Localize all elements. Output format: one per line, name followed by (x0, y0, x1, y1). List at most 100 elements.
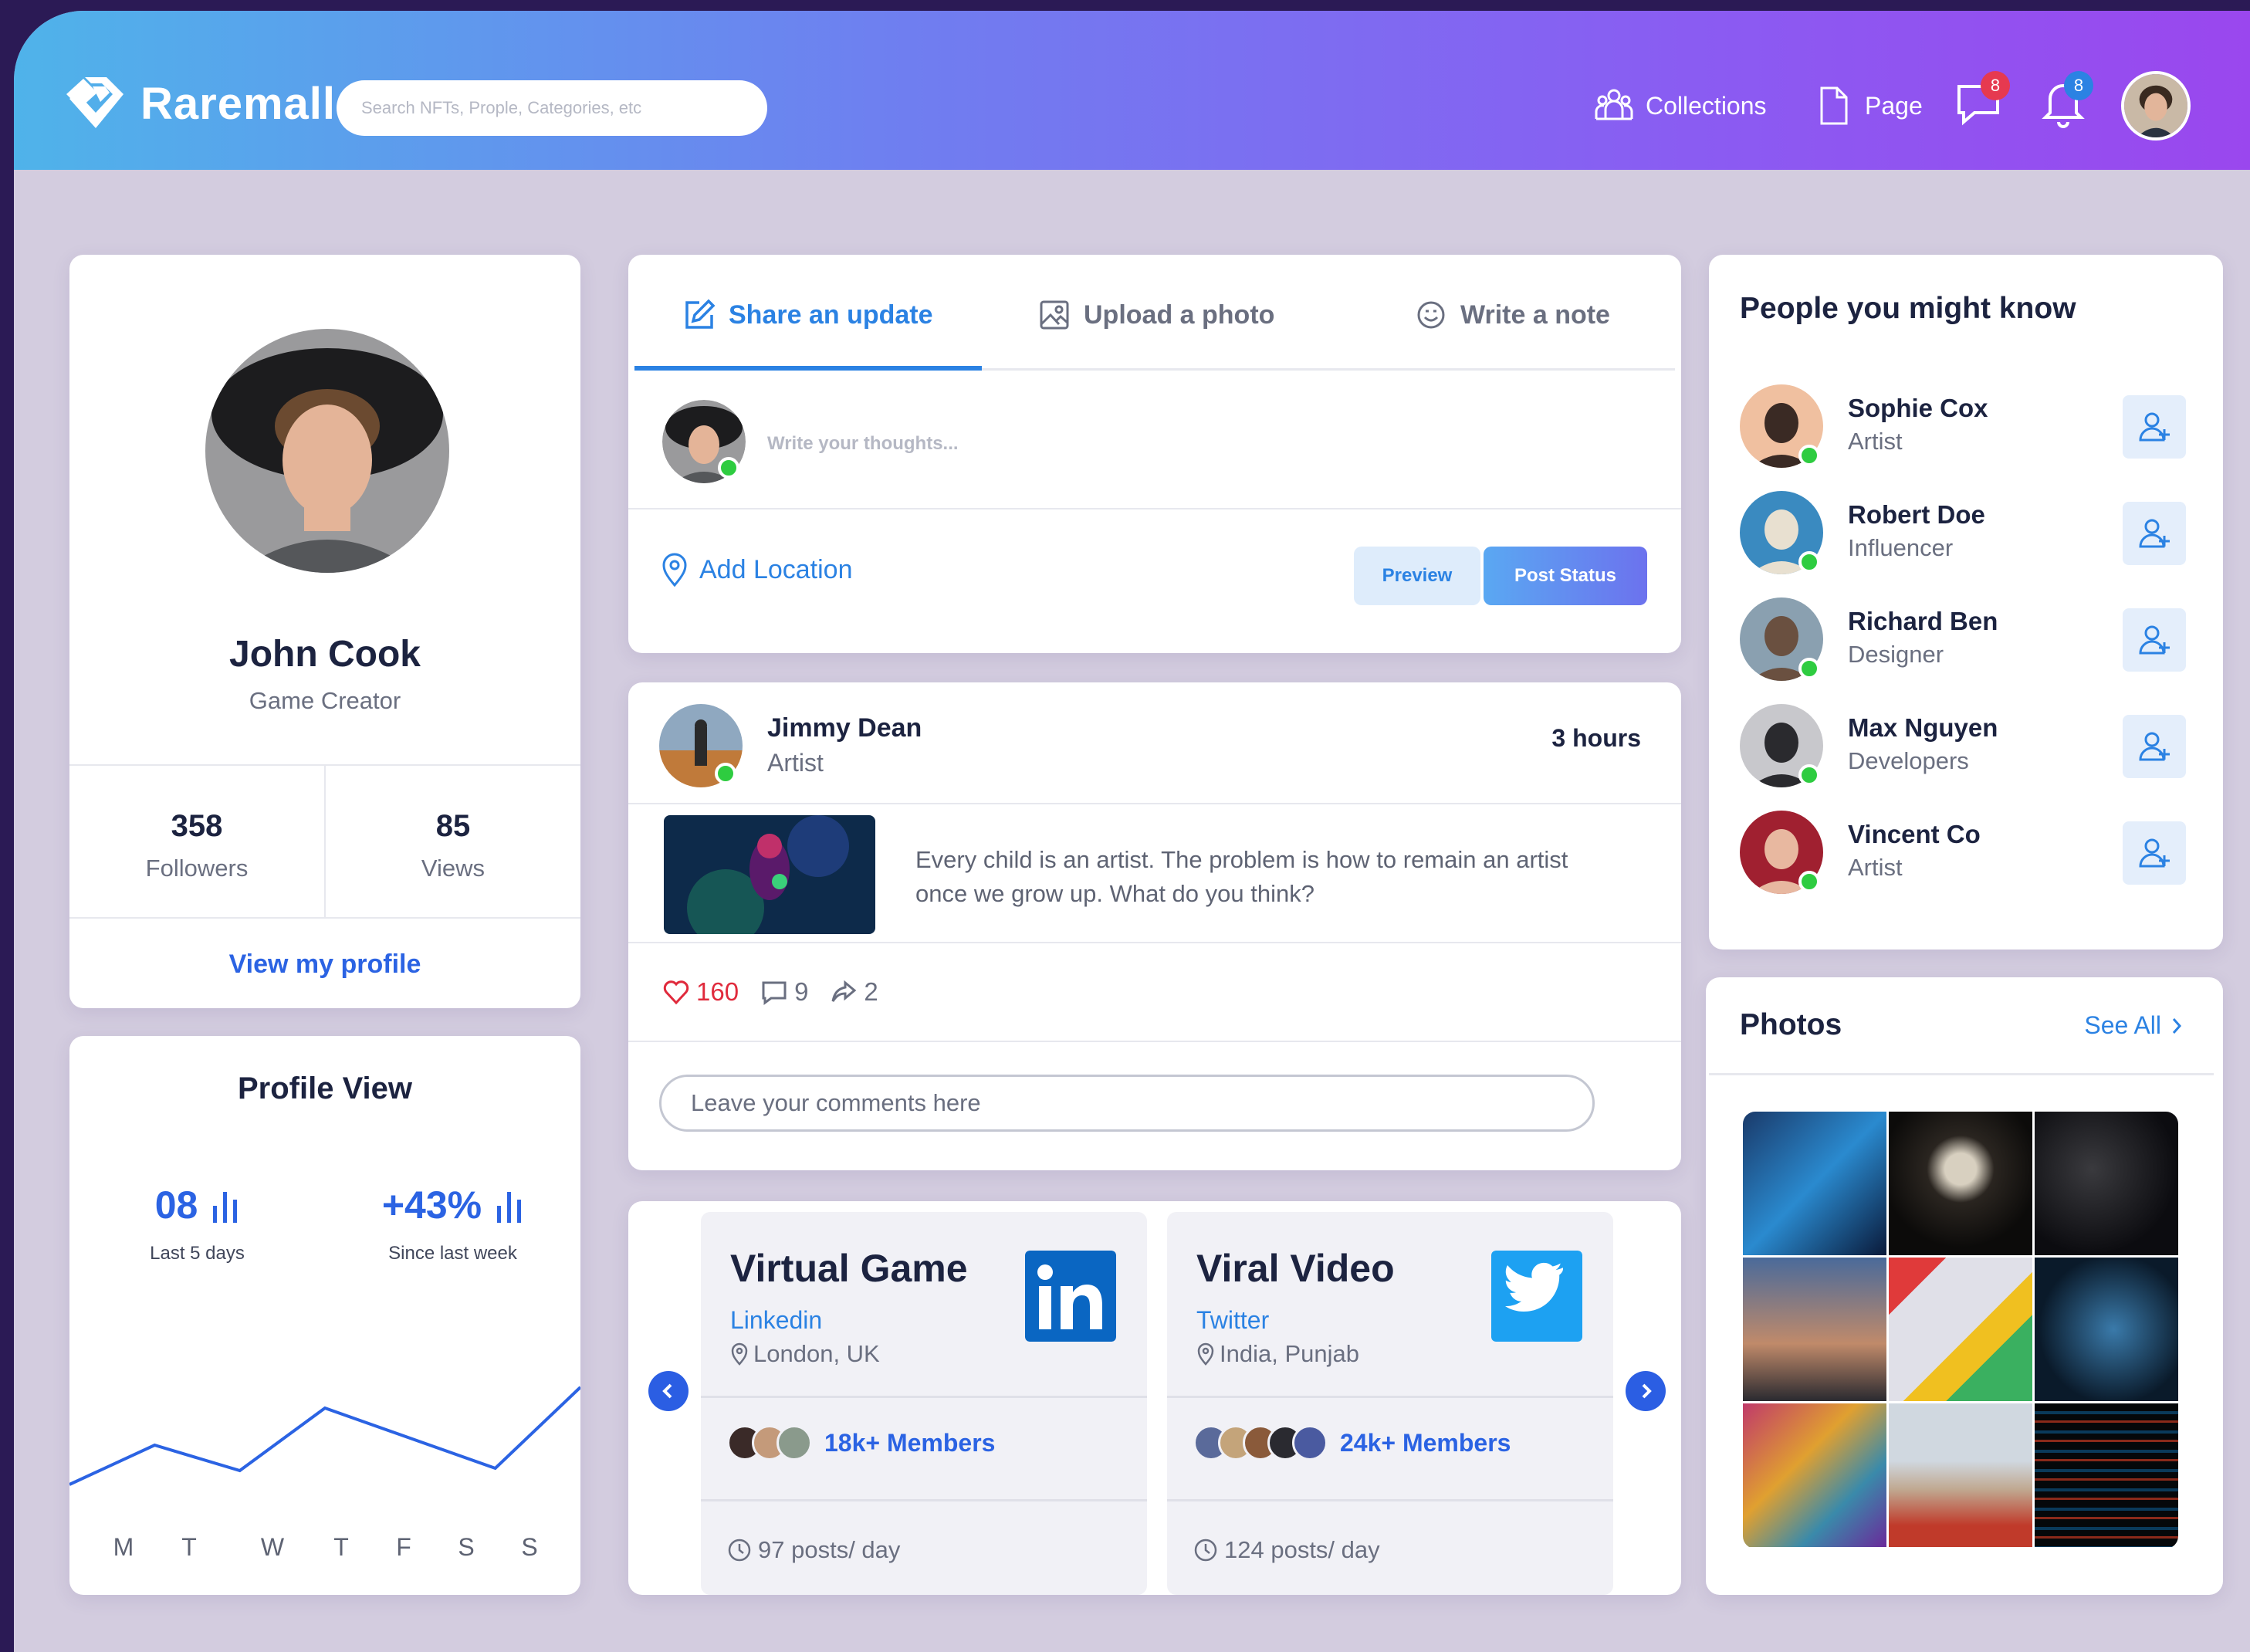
group-network[interactable]: Linkedin (730, 1306, 822, 1335)
person-suggestion: Richard Ben Designer (1740, 597, 2195, 684)
comment-button[interactable]: 9 (760, 977, 808, 1007)
bar-chart-icon (213, 1192, 238, 1223)
post-timestamp: 3 hours (1551, 724, 1641, 752)
person-role: Artist (1848, 854, 1903, 881)
post-image[interactable] (664, 815, 875, 934)
app-window: Raremall Collections Page 8 (14, 11, 2250, 1652)
group-location: India, Punjab (1196, 1340, 1359, 1368)
group-card[interactable]: Virtual Game Linkedin London, UK 18k+ Me… (701, 1212, 1147, 1595)
chart-x-tick-label: T (181, 1533, 197, 1561)
carousel-prev-button[interactable] (648, 1371, 689, 1411)
tab-label: Write a note (1460, 300, 1610, 330)
photo-thumbnail[interactable] (1889, 1403, 2032, 1547)
metric-last-5-days: 08 Last 5 days (69, 1183, 325, 1264)
tab-write-note[interactable]: Write a note (1414, 298, 1610, 332)
photo-thumbnail[interactable] (1889, 1258, 2032, 1401)
logo[interactable]: Raremall (62, 74, 336, 133)
group-members: 24k+ Members (1193, 1425, 1511, 1461)
post-text: Every child is an artist. The problem is… (915, 846, 1568, 907)
add-friend-button[interactable] (2123, 395, 2186, 459)
metric-value: +43% (381, 1183, 482, 1227)
twitter-icon (1491, 1251, 1582, 1342)
member-avatars (727, 1425, 812, 1461)
tab-upload-photo[interactable]: Upload a photo (1037, 298, 1274, 332)
photo-thumbnail[interactable] (1743, 1258, 1886, 1401)
add-friend-button[interactable] (2123, 715, 2186, 778)
search-input[interactable] (337, 80, 767, 136)
comment-icon (762, 981, 787, 1005)
member-avatars (1193, 1425, 1328, 1461)
messages-button[interactable]: 8 (1953, 71, 2010, 130)
carousel-next-button[interactable] (1626, 1371, 1666, 1411)
add-friend-button[interactable] (2123, 502, 2186, 565)
messages-badge: 8 (1981, 71, 2010, 100)
like-count: 160 (696, 977, 739, 1006)
user-avatar[interactable] (2121, 71, 2191, 140)
clock-icon (728, 1539, 751, 1562)
add-location-label: Add Location (699, 554, 853, 584)
group-card[interactable]: Viral Video Twitter India, Punjab 24k+ M… (1167, 1212, 1613, 1595)
nav-collections[interactable]: Collections (1593, 85, 1767, 127)
person-name[interactable]: Vincent Co (1848, 820, 1981, 849)
photo-thumbnail[interactable] (1743, 1403, 1886, 1547)
members-count[interactable]: 24k+ Members (1340, 1429, 1511, 1457)
photo-grid (1743, 1112, 2178, 1549)
chart-x-tick-label: M (113, 1533, 134, 1561)
person-avatar[interactable] (1740, 491, 1823, 574)
person-avatar[interactable] (1740, 704, 1823, 787)
post-author-role: Artist (767, 749, 824, 777)
followers-label: Followers (145, 855, 249, 882)
person-name[interactable]: Richard Ben (1848, 607, 1998, 636)
add-location-button[interactable]: Add Location (659, 551, 853, 588)
add-friend-button[interactable] (2123, 821, 2186, 885)
notifications-button[interactable]: 8 (2036, 71, 2093, 130)
tab-share-update[interactable]: Share an update (682, 298, 933, 332)
photo-thumbnail[interactable] (1743, 1112, 1886, 1255)
metric-since-last-week: +43% Since last week (325, 1183, 580, 1264)
person-name[interactable]: Robert Doe (1848, 500, 1985, 530)
online-indicator (1798, 871, 1820, 892)
comment-input[interactable] (659, 1075, 1595, 1132)
smile-icon (1417, 301, 1445, 329)
see-all-link[interactable]: See All (2084, 1011, 2184, 1040)
person-avatar[interactable] (1740, 597, 1823, 681)
post-status-button[interactable]: Post Status (1484, 547, 1647, 605)
photos-title: Photos (1740, 1008, 1842, 1041)
divider (1709, 1073, 2214, 1075)
followers-stat: 358 Followers (69, 766, 324, 917)
add-friend-button[interactable] (2123, 608, 2186, 672)
top-header: Raremall Collections Page 8 (14, 11, 2250, 170)
group-network[interactable]: Twitter (1196, 1306, 1269, 1335)
chart-x-tick-label: W (260, 1533, 285, 1561)
chart-x-tick-label: F (396, 1533, 411, 1561)
composer-tabs: Share an update Upload a photo Write a n… (634, 255, 1675, 371)
person-role: Artist (1848, 428, 1903, 455)
online-indicator (1798, 658, 1820, 679)
avatar-image (2124, 74, 2187, 137)
person-name[interactable]: Sophie Cox (1848, 394, 1988, 423)
photo-thumbnail[interactable] (1889, 1112, 2032, 1255)
profile-card: John Cook Game Creator 358 Followers 85 … (69, 255, 580, 1008)
divider (701, 1499, 1147, 1501)
photo-thumbnail[interactable] (2035, 1112, 2178, 1255)
online-indicator (715, 763, 736, 784)
person-name[interactable]: Max Nguyen (1848, 713, 1998, 743)
members-count[interactable]: 18k+ Members (824, 1429, 995, 1457)
post-author-avatar[interactable] (659, 704, 743, 787)
person-avatar[interactable] (1740, 384, 1823, 468)
post-author-name[interactable]: Jimmy Dean (767, 713, 922, 743)
people-suggestions-card: People you might know Sophie Cox Artist Ro… (1709, 255, 2223, 950)
photo-thumbnail[interactable] (2035, 1258, 2178, 1401)
thoughts-input[interactable] (767, 425, 1616, 463)
person-role: Designer (1848, 641, 1944, 668)
chart-x-tick-label: S (521, 1533, 538, 1561)
person-avatar[interactable] (1740, 811, 1823, 894)
photo-thumbnail[interactable] (2035, 1403, 2178, 1547)
preview-button[interactable]: Preview (1354, 547, 1480, 605)
group-posts-rate: 97 posts/ day (727, 1536, 900, 1564)
nav-page[interactable]: Page (1812, 85, 1923, 127)
like-button[interactable]: 160 (662, 977, 739, 1007)
view-profile-link[interactable]: View my profile (69, 950, 580, 980)
add-user-icon (2139, 732, 2170, 761)
share-button[interactable]: 2 (830, 977, 878, 1007)
